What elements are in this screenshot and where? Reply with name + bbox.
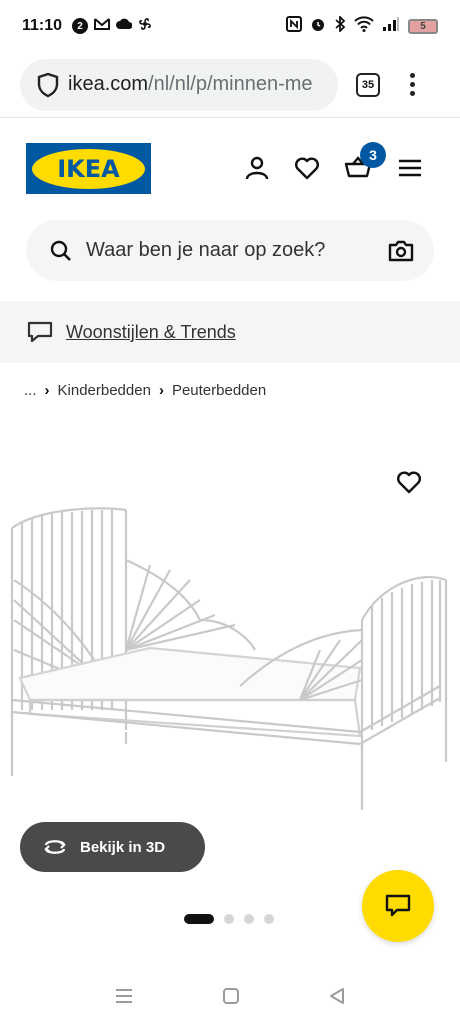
notification-count-badge: 2 — [72, 18, 89, 34]
rotate-3d-icon — [44, 840, 66, 854]
ikea-logo[interactable]: IKEA — [26, 143, 151, 194]
cloud-icon — [116, 17, 133, 35]
url-path: /nl/nl/p/minnen-me — [148, 73, 313, 95]
battery-icon: 5 — [408, 18, 438, 34]
status-time: 11:10 — [22, 17, 63, 34]
breadcrumb-item-peuterbedden[interactable]: Peuterbedden — [172, 382, 266, 399]
product-image-bed — [10, 507, 448, 810]
add-to-wishlist-heart-icon[interactable] — [396, 470, 422, 496]
search-placeholder: Waar ben je naar op zoek? — [86, 239, 326, 261]
lock-icon — [37, 72, 59, 97]
recent-apps-icon[interactable] — [114, 987, 134, 1005]
gallery-dot[interactable] — [184, 914, 214, 924]
url-host: ikea.com — [68, 73, 149, 95]
gmail-icon — [94, 17, 111, 36]
view-in-3d-button[interactable]: Bekijk in 3D — [20, 822, 205, 872]
cart-count-badge: 3 — [360, 142, 386, 168]
chevron-right-icon: › — [158, 381, 164, 399]
search-icon — [50, 240, 71, 261]
chevron-right-icon: › — [44, 381, 50, 399]
fan-icon — [138, 17, 152, 36]
browser-menu-button[interactable] — [410, 73, 415, 96]
search-field[interactable]: Waar ben je naar op zoek? — [26, 220, 434, 281]
breadcrumb: ... › Kinderbedden › Peuterbedden — [24, 378, 266, 402]
inspiration-strip: Woonstijlen & Trends — [0, 301, 460, 363]
status-bar: 11:10 2 5 — [0, 0, 460, 52]
chat-support-button[interactable] — [362, 870, 434, 942]
cart-icon[interactable]: 3 — [344, 142, 386, 182]
system-icons: 5 — [286, 14, 438, 37]
bluetooth-icon — [334, 14, 346, 37]
tab-switcher-button[interactable]: 35 — [356, 72, 380, 97]
signal-icon — [382, 16, 400, 37]
hamburger-menu-icon[interactable] — [396, 154, 424, 182]
chat-icon — [385, 894, 411, 917]
site-header: IKEA 3 — [0, 118, 460, 218]
alarm-icon — [310, 16, 326, 37]
home-icon[interactable] — [222, 987, 240, 1005]
logo-text: IKEA — [57, 154, 120, 183]
camera-icon[interactable] — [388, 240, 414, 262]
nfc-icon — [286, 15, 302, 37]
wishlist-heart-icon[interactable] — [293, 154, 321, 182]
browser-toolbar: ikea.com/nl/nl/p/minnen-me 35 — [0, 52, 460, 118]
view-in-3d-label: Bekijk in 3D — [80, 838, 166, 856]
notification-icons: 2 — [72, 17, 152, 36]
gallery-pagination — [184, 914, 274, 924]
gallery-dot[interactable] — [264, 914, 274, 924]
wifi-icon — [354, 15, 374, 37]
account-icon[interactable] — [243, 154, 271, 182]
back-icon[interactable] — [328, 987, 346, 1005]
gallery-dot[interactable] — [244, 914, 254, 924]
gallery-dot[interactable] — [224, 914, 234, 924]
chat-bubble-icon — [27, 321, 53, 343]
inspiration-link[interactable]: Woonstijlen & Trends — [66, 322, 236, 343]
system-navigation-bar — [0, 968, 460, 1024]
breadcrumb-ellipsis[interactable]: ... — [24, 382, 37, 399]
address-bar[interactable]: ikea.com/nl/nl/p/minnen-me — [20, 58, 338, 111]
breadcrumb-item-kinderbedden[interactable]: Kinderbedden — [58, 382, 151, 399]
